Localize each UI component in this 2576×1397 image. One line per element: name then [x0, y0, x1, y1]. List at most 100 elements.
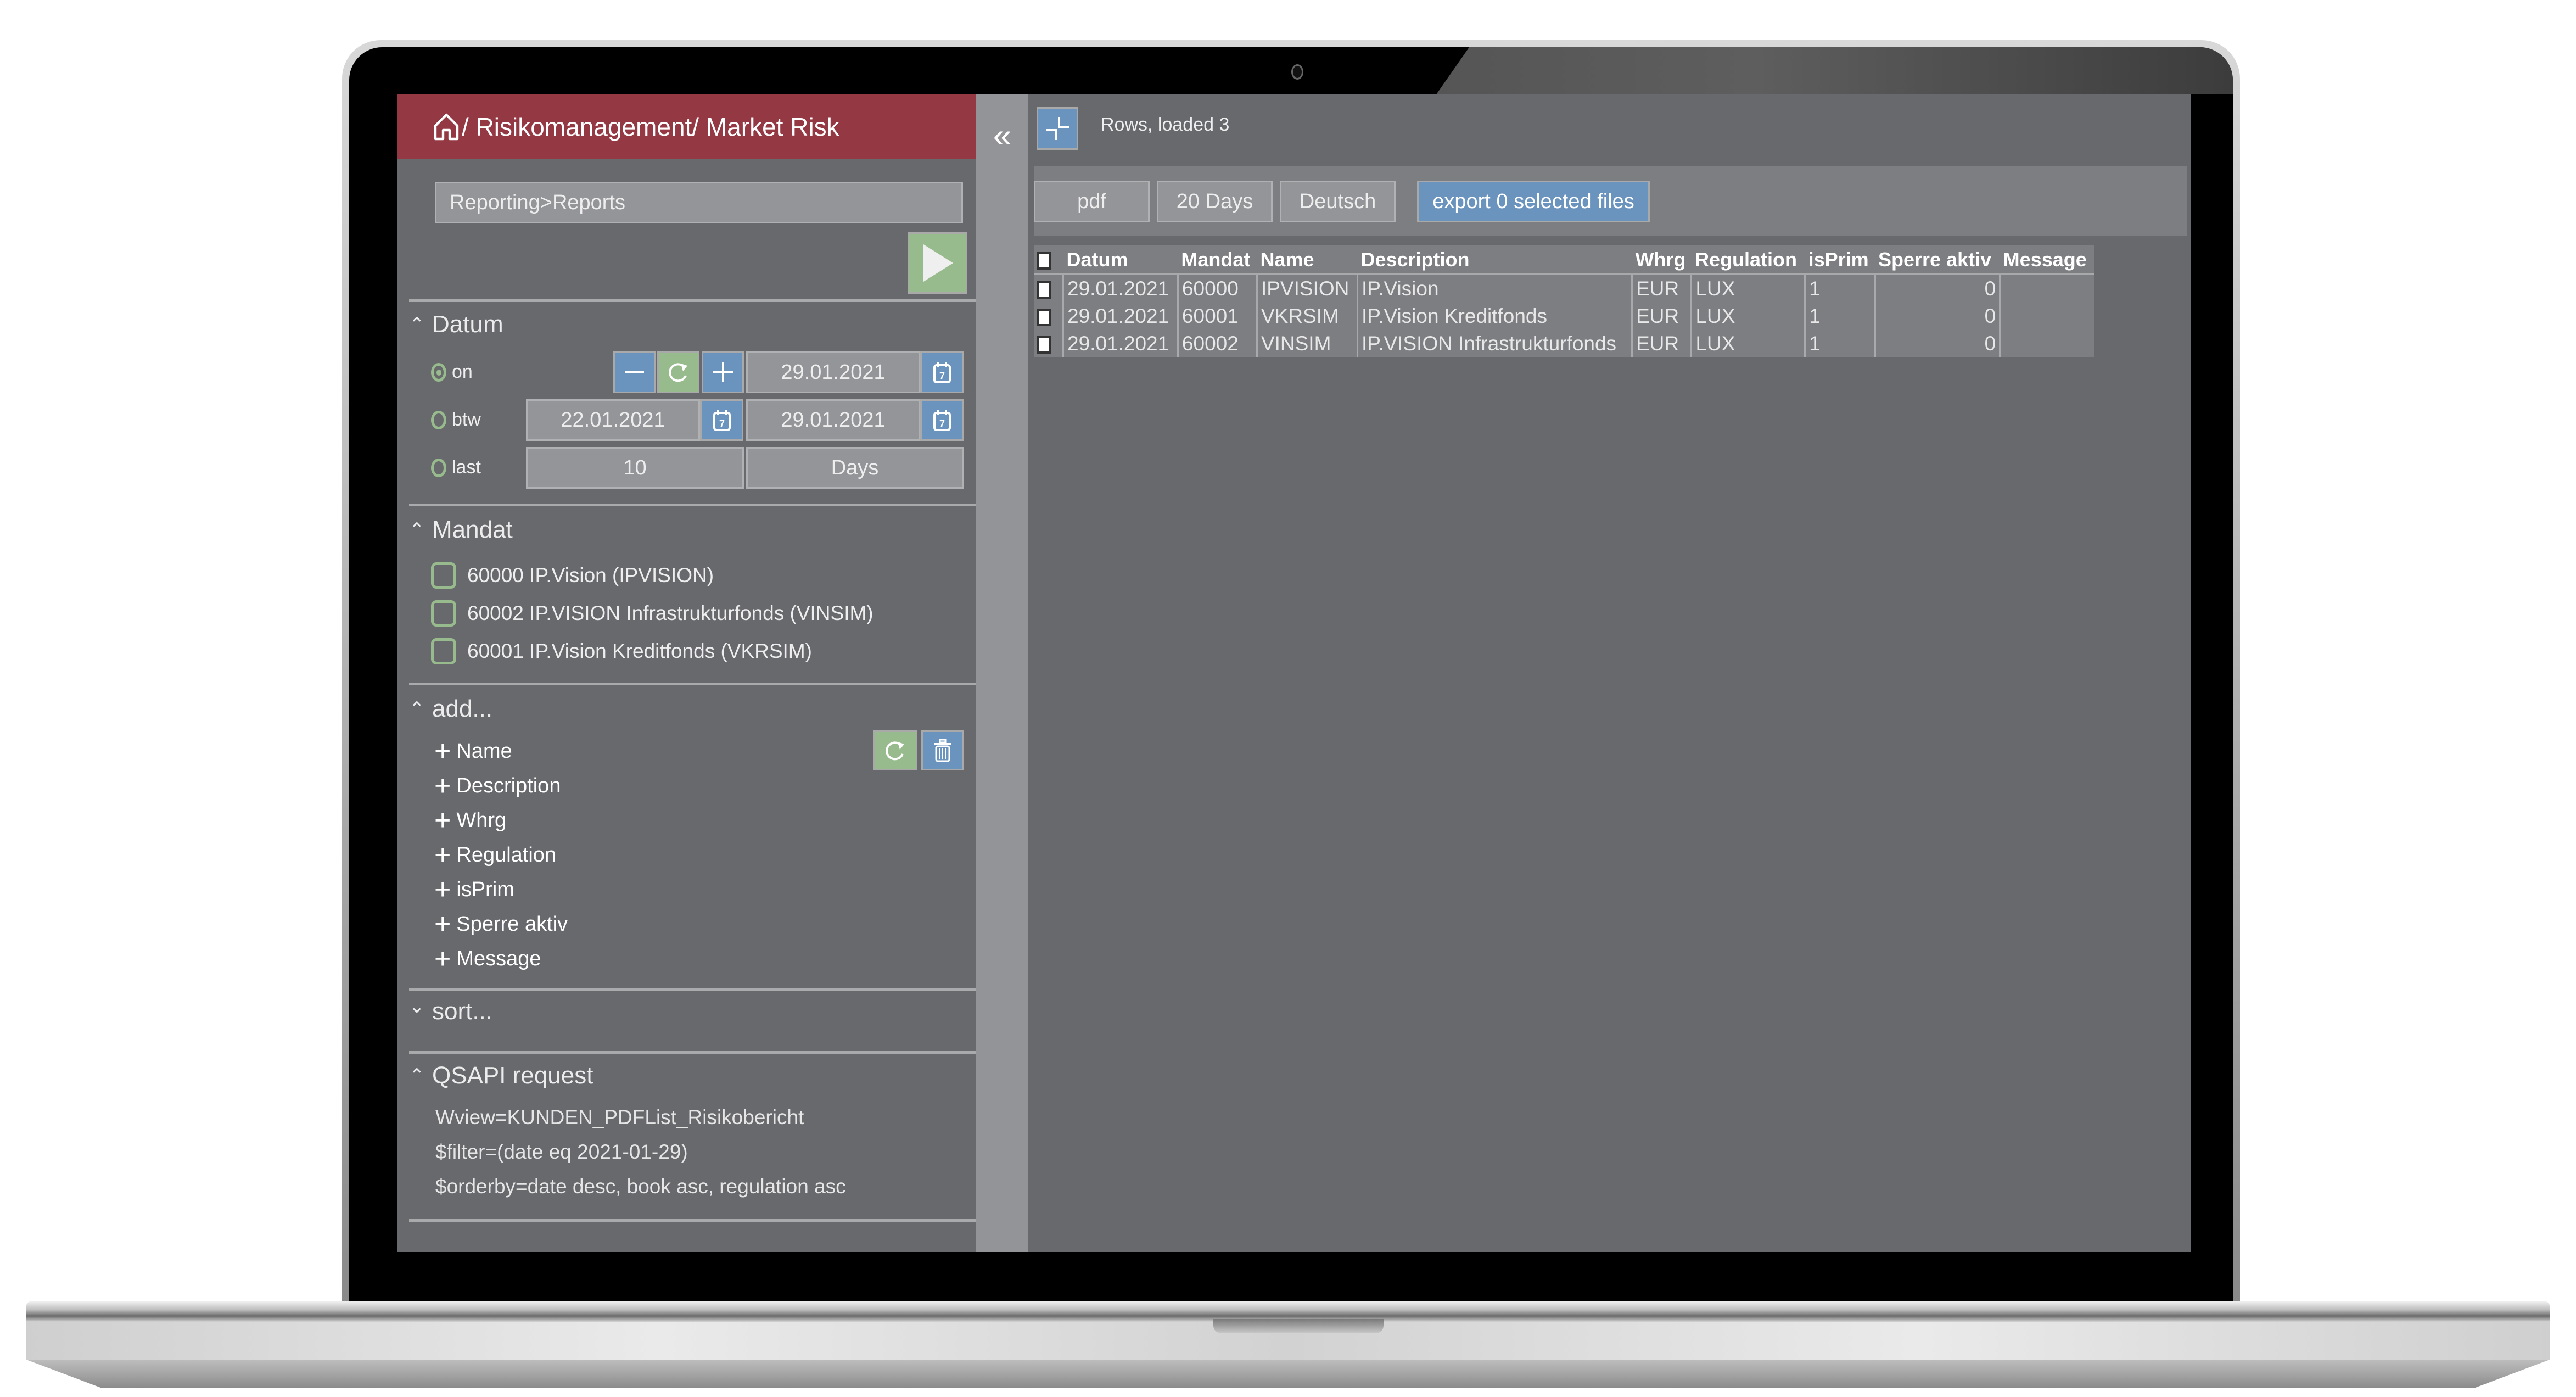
column-header[interactable]: Message [2000, 245, 2094, 275]
column-header[interactable]: Description [1357, 245, 1632, 275]
range-select[interactable]: 20 Days [1157, 181, 1273, 222]
language-select[interactable]: Deutsch [1280, 181, 1396, 222]
cell-regulation: LUX [1690, 330, 1805, 357]
trash-icon [934, 739, 951, 762]
column-header[interactable]: Mandat [1178, 245, 1257, 275]
cell-datum: 29.01.2021 [1062, 274, 1178, 303]
add-column-description[interactable]: + Description [434, 772, 561, 800]
plus-icon: + [434, 874, 451, 906]
column-header[interactable]: Name [1257, 245, 1358, 275]
report-path-input[interactable]: Reporting>Reports [435, 182, 963, 223]
radio-label: last [452, 457, 481, 478]
expand-button[interactable] [1037, 107, 1078, 150]
checkbox[interactable] [431, 562, 456, 589]
results-table: Datum Mandat Name Description Whrg Regul… [1034, 245, 2094, 357]
on-date-input[interactable]: 29.01.2021 [746, 351, 920, 393]
cell-isprim: 1 [1804, 303, 1875, 330]
reset-date-button[interactable] [657, 351, 699, 393]
radio-button-selected[interactable] [431, 362, 446, 382]
laptop-notch [1213, 1319, 1384, 1333]
section-divider [409, 988, 976, 991]
radio-button[interactable] [431, 410, 446, 429]
refresh-icon [668, 363, 687, 382]
collapse-sidebar-bar[interactable]: « [976, 94, 1028, 1252]
refresh-icon [886, 741, 904, 760]
btw-from-calendar-button[interactable]: 7 [700, 399, 743, 441]
radio-last[interactable]: last [431, 457, 481, 478]
btw-to-calendar-button[interactable]: 7 [920, 399, 964, 441]
last-unit-select[interactable]: Days [746, 447, 964, 489]
cell-message [1999, 274, 2094, 303]
on-date-calendar-button[interactable]: 7 [920, 351, 964, 393]
breadcrumb[interactable]: / Risikomanagement/ Market Risk [462, 112, 839, 142]
table-row[interactable]: 29.01.2021 60001 VKRSIM IP.Vision Kredit… [1034, 303, 2094, 330]
cell-regulation: LUX [1690, 303, 1805, 330]
cell-datum: 29.01.2021 [1062, 330, 1178, 357]
next-day-button[interactable] [702, 351, 744, 393]
cell-isprim: 1 [1804, 330, 1875, 357]
add-section-toggle[interactable]: ⌃ add... [409, 695, 492, 723]
rows-loaded-status: Rows, loaded 3 [1101, 114, 1230, 135]
column-header[interactable]: Datum [1063, 245, 1178, 275]
qsapi-section-toggle[interactable]: ⌃ QSAPI request [409, 1062, 593, 1089]
calendar-icon: 7 [933, 410, 951, 431]
row-checkbox[interactable] [1037, 336, 1051, 354]
add-column-regulation[interactable]: + Regulation [434, 841, 556, 869]
table-row[interactable]: 29.01.2021 60000 IPVISION IP.Vision EUR … [1034, 274, 2094, 303]
add-column-whrg[interactable]: + Whrg [434, 806, 506, 835]
add-column-message[interactable]: + Message [434, 945, 541, 973]
cell-name: VKRSIM [1256, 303, 1358, 330]
column-header[interactable]: Whrg [1632, 245, 1692, 275]
mandat-option[interactable]: 60001 IP.Vision Kreditfonds (VKRSIM) [431, 638, 812, 664]
cell-message [1999, 303, 2094, 330]
mandat-label: 60002 IP.VISION Infrastrukturfonds (VINS… [467, 602, 873, 624]
radio-btw[interactable]: btw [431, 409, 481, 431]
mandat-label: 60001 IP.Vision Kreditfonds (VKRSIM) [467, 640, 812, 662]
btw-from-date-input[interactable]: 22.01.2021 [526, 399, 700, 441]
row-checkbox[interactable] [1037, 309, 1051, 327]
home-icon[interactable] [433, 113, 460, 141]
radio-label: btw [452, 409, 481, 430]
export-selected-button[interactable]: export 0 selected files [1417, 181, 1650, 222]
column-header[interactable]: isPrim [1805, 245, 1875, 275]
radio-button[interactable] [431, 458, 446, 477]
add-reset-button[interactable] [873, 730, 917, 770]
filter-sidebar: / Risikomanagement/ Market Risk Reportin… [397, 94, 976, 1252]
add-column-name[interactable]: + Name [434, 737, 512, 765]
run-button[interactable] [908, 232, 967, 294]
row-checkbox[interactable] [1037, 281, 1051, 299]
format-select[interactable]: pdf [1034, 181, 1150, 222]
previous-day-button[interactable] [613, 351, 656, 393]
mandat-option[interactable]: 60000 IP.Vision (IPVISION) [431, 562, 714, 589]
column-header[interactable]: Sperre aktiv [1875, 245, 2000, 275]
add-column-isprim[interactable]: + isPrim [434, 875, 514, 904]
sort-section-toggle[interactable]: ⌄ sort... [409, 996, 492, 1025]
btw-to-date-input[interactable]: 29.01.2021 [746, 399, 920, 441]
chevron-up-icon: ⌃ [409, 519, 425, 540]
plus-icon: + [434, 839, 451, 871]
select-all-checkbox[interactable] [1037, 252, 1051, 270]
select-all-header[interactable] [1034, 245, 1063, 275]
mandat-section-toggle[interactable]: ⌃ Mandat [409, 516, 513, 544]
cell-message [1999, 330, 2094, 357]
results-panel: Rows, loaded 3 pdf 20 Days Deutsch expor… [1028, 94, 2191, 1252]
svg-text:7: 7 [939, 371, 944, 382]
section-divider [409, 504, 976, 506]
chevron-up-icon: ⌃ [409, 698, 425, 719]
qsapi-view-line: Wview=KUNDEN_PDFList_Risikobericht [435, 1106, 804, 1128]
mandat-option[interactable]: 60002 IP.VISION Infrastrukturfonds (VINS… [431, 600, 873, 627]
double-chevron-left-icon[interactable]: « [993, 116, 1011, 1252]
datum-section-toggle[interactable]: ⌃ Datum [409, 311, 503, 338]
last-count-input[interactable]: 10 [526, 447, 744, 489]
column-header[interactable]: Regulation [1691, 245, 1805, 275]
add-column-sperre-aktiv[interactable]: + Sperre aktiv [434, 910, 568, 938]
app-screen: / Risikomanagement/ Market Risk Reportin… [397, 94, 2191, 1252]
add-item-label: Whrg [456, 808, 507, 832]
add-delete-button[interactable] [921, 730, 964, 770]
checkbox[interactable] [431, 600, 456, 627]
radio-on[interactable]: on [431, 361, 473, 383]
cell-sperre-aktiv: 0 [1874, 330, 2000, 357]
plus-icon: + [434, 804, 451, 836]
checkbox[interactable] [431, 638, 456, 664]
table-row[interactable]: 29.01.2021 60002 VINSIM IP.VISION Infras… [1034, 330, 2094, 357]
